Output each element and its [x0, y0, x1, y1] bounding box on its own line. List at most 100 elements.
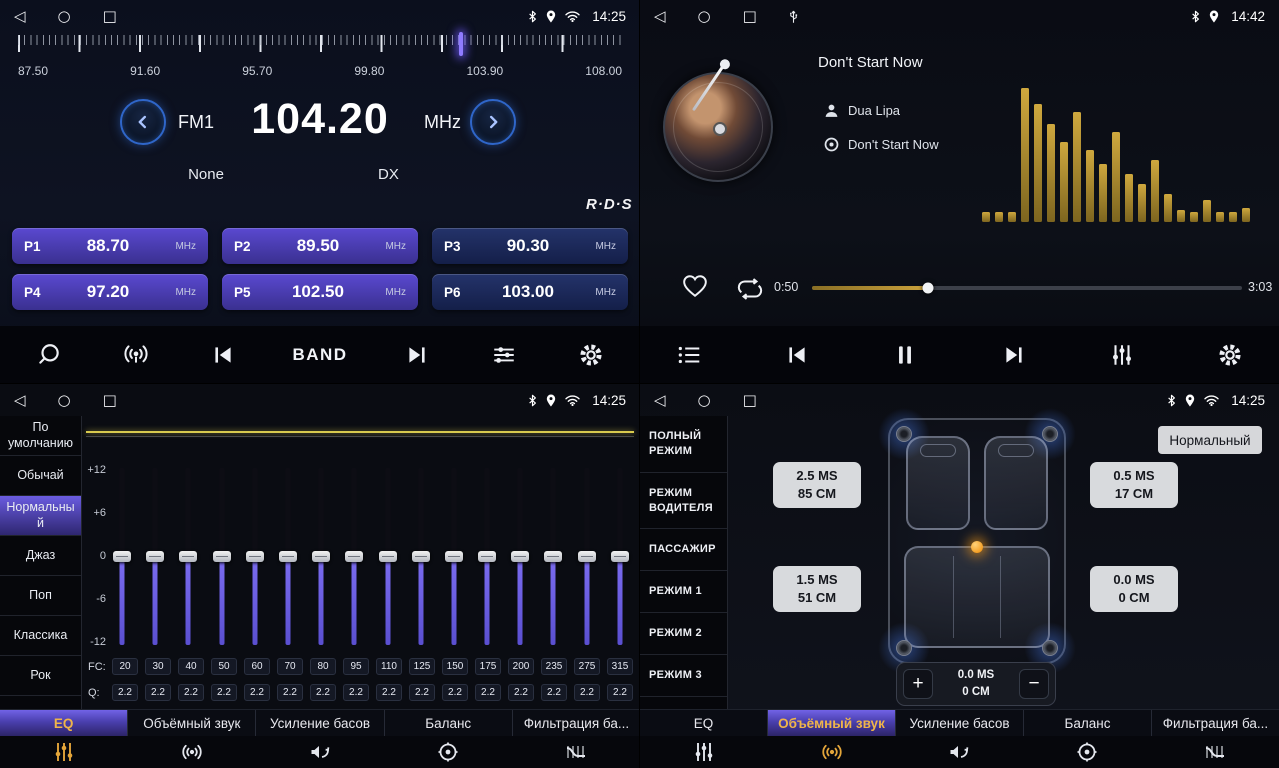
settings-gear-icon[interactable] [568, 333, 614, 377]
slider-handle[interactable] [379, 551, 397, 562]
slider-handle[interactable] [611, 551, 629, 562]
slider-handle[interactable] [412, 551, 430, 562]
speaker-front-right-icon[interactable] [1042, 426, 1058, 442]
back-icon[interactable]: ◁ [14, 393, 26, 408]
eq-band-slider[interactable] [411, 468, 431, 645]
eq-band-slider[interactable] [278, 468, 298, 645]
scan-icon[interactable] [26, 333, 72, 377]
audio-settings-icon[interactable] [481, 333, 527, 377]
slider-handle[interactable] [345, 551, 363, 562]
eq-band-slider[interactable] [212, 468, 232, 645]
eq-preset-item[interactable]: Обычай [0, 456, 81, 496]
prev-track-button[interactable] [774, 333, 820, 377]
eq-band-slider[interactable] [510, 468, 530, 645]
listen-mode-item[interactable]: ПОЛНЫЙ РЕЖИМ [640, 416, 727, 473]
radio-preset-button[interactable]: P3 90.30 MHz [432, 228, 628, 264]
slider-handle[interactable] [146, 551, 164, 562]
delay-rear-right[interactable]: 0.0 MS 0 CM [1090, 566, 1178, 612]
radio-preset-button[interactable]: P1 88.70 MHz [12, 228, 208, 264]
audio-tab[interactable]: Фильтрация ба... [513, 710, 640, 736]
slider-handle[interactable] [279, 551, 297, 562]
frequency-ruler[interactable] [18, 35, 622, 61]
eq-preset-item[interactable]: По умолчанию [0, 416, 81, 456]
next-seek-button[interactable] [394, 333, 440, 377]
slider-handle[interactable] [312, 551, 330, 562]
car-interior-diagram[interactable] [888, 418, 1066, 664]
audio-tab[interactable]: Объёмный звук [768, 710, 896, 736]
band-button[interactable]: BAND [286, 333, 353, 377]
bass-boost-icon[interactable] [896, 736, 1024, 768]
listen-mode-item[interactable]: РЕЖИМ 1 [640, 571, 727, 613]
surround-sound-icon[interactable] [768, 736, 896, 768]
audio-tab[interactable]: Усиление басов [256, 710, 384, 736]
balance-icon[interactable] [384, 736, 512, 768]
speaker-rear-right-icon[interactable] [1042, 640, 1058, 656]
eq-band-slider[interactable] [145, 468, 165, 645]
delay-front-left[interactable]: 2.5 MS 85 CM [773, 462, 861, 508]
slider-handle[interactable] [445, 551, 463, 562]
eq-preset-item[interactable]: Джаз [0, 536, 81, 576]
recents-icon[interactable]: □ [743, 393, 757, 408]
stations-icon[interactable] [113, 333, 159, 377]
delay-rear-left[interactable]: 1.5 MS 51 CM [773, 566, 861, 612]
audio-tab[interactable]: EQ [0, 710, 128, 736]
repeat-icon[interactable] [736, 278, 764, 305]
eq-preset-item[interactable]: Поп [0, 576, 81, 616]
bass-boost-icon[interactable] [256, 736, 384, 768]
audio-tab[interactable]: Баланс [385, 710, 513, 736]
listen-mode-item[interactable]: ПАССАЖИР [640, 529, 727, 571]
recents-icon[interactable]: □ [743, 9, 757, 24]
delay-front-right[interactable]: 0.5 MS 17 CM [1090, 462, 1178, 508]
audio-tab[interactable]: Объёмный звук [128, 710, 256, 736]
eq-band-slider[interactable] [444, 468, 464, 645]
eq-band-slider[interactable] [245, 468, 265, 645]
slider-handle[interactable] [511, 551, 529, 562]
audio-tab[interactable]: Баланс [1024, 710, 1152, 736]
home-icon[interactable]: ○ [58, 9, 71, 24]
surround-sound-icon[interactable] [128, 736, 256, 768]
eq-band-slider[interactable] [178, 468, 198, 645]
balance-icon[interactable] [1023, 736, 1151, 768]
eq-sliders-icon[interactable] [640, 736, 768, 768]
slider-handle[interactable] [113, 551, 131, 562]
listen-mode-item[interactable]: РЕЖИМ 2 [640, 613, 727, 655]
settings-gear-icon[interactable] [1207, 333, 1253, 377]
listen-mode-item[interactable]: РЕЖИМ 3 [640, 655, 727, 697]
next-track-button[interactable] [991, 333, 1037, 377]
radio-preset-button[interactable]: P2 89.50 MHz [222, 228, 418, 264]
audio-tab[interactable]: Усиление басов [896, 710, 1024, 736]
speaker-rear-left-icon[interactable] [896, 640, 912, 656]
radio-preset-button[interactable]: P5 102.50 MHz [222, 274, 418, 310]
home-icon[interactable]: ○ [698, 9, 711, 24]
slider-handle[interactable] [478, 551, 496, 562]
eq-preset-item[interactable]: Рок [0, 656, 81, 696]
favorite-heart-icon[interactable] [682, 274, 708, 303]
listening-position-dot[interactable] [971, 541, 983, 553]
eq-band-slider[interactable] [577, 468, 597, 645]
eq-preset-item[interactable]: Классика [0, 616, 81, 656]
crossover-icon[interactable] [512, 736, 640, 768]
slider-handle[interactable] [246, 551, 264, 562]
mixer-icon[interactable] [1099, 333, 1145, 377]
dx-mode-label[interactable]: DX [378, 166, 399, 183]
eq-sliders-icon[interactable] [0, 736, 128, 768]
eq-band-slider[interactable] [378, 468, 398, 645]
playlist-icon[interactable] [666, 333, 712, 377]
eq-band-slider[interactable] [344, 468, 364, 645]
home-icon[interactable]: ○ [698, 393, 711, 408]
back-icon[interactable]: ◁ [654, 393, 666, 408]
tune-down-button[interactable] [120, 99, 166, 145]
slider-handle[interactable] [578, 551, 596, 562]
crossover-icon[interactable] [1151, 736, 1279, 768]
radio-preset-button[interactable]: P6 103.00 MHz [432, 274, 628, 310]
audio-tab[interactable]: EQ [640, 710, 768, 736]
seek-bar[interactable] [812, 286, 1242, 290]
delay-increase-button[interactable]: + [903, 669, 933, 699]
eq-band-slider[interactable] [543, 468, 563, 645]
pause-button[interactable] [882, 333, 928, 377]
audio-tab[interactable]: Фильтрация ба... [1152, 710, 1279, 736]
recents-icon[interactable]: □ [103, 9, 117, 24]
profile-button[interactable]: Нормальный [1158, 426, 1262, 454]
radio-preset-button[interactable]: P4 97.20 MHz [12, 274, 208, 310]
slider-handle[interactable] [179, 551, 197, 562]
